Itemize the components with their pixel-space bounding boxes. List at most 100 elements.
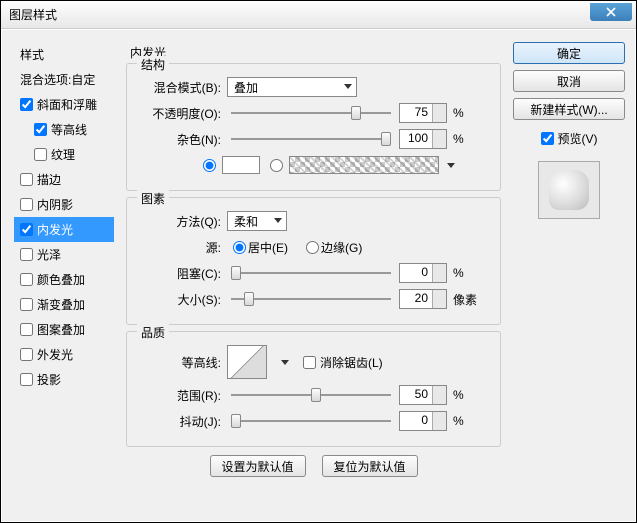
group-elements: 图素 方法(Q): 柔和 源: 居中(E) 边缘(G) 阻塞(C): xyxy=(126,197,501,325)
noise-unit: % xyxy=(453,132,464,146)
chevron-down-icon[interactable] xyxy=(447,163,455,168)
sidebar-item-label: 等高线 xyxy=(51,121,87,138)
sidebar-header: 样式 xyxy=(14,42,114,67)
sidebar-item-label: 斜面和浮雕 xyxy=(37,96,97,113)
settings-panel: 内发光 结构 混合模式(B): 叠加 不透明度(O): 75 % xyxy=(122,42,505,501)
sidebar-item-checkbox[interactable] xyxy=(20,198,33,211)
sidebar-item-label: 外发光 xyxy=(37,346,73,363)
styles-sidebar: 样式 混合选项:自定 斜面和浮雕等高线纹理描边内阴影内发光光泽颜色叠加渐变叠加图… xyxy=(14,42,114,501)
reset-default-button[interactable]: 复位为默认值 xyxy=(322,455,418,477)
sidebar-item-4[interactable]: 内阴影 xyxy=(14,192,114,217)
jitter-slider[interactable] xyxy=(231,418,391,424)
sidebar-item-5[interactable]: 内发光 xyxy=(14,217,114,242)
contour-picker[interactable] xyxy=(227,345,267,379)
sidebar-item-checkbox[interactable] xyxy=(20,273,33,286)
blend-mode-select[interactable]: 叠加 xyxy=(227,77,357,97)
group-quality: 品质 等高线: 消除锯齿(L) 范围(R): 50 % xyxy=(126,331,501,447)
sidebar-item-checkbox[interactable] xyxy=(20,348,33,361)
sidebar-item-7[interactable]: 颜色叠加 xyxy=(14,267,114,292)
sidebar-item-6[interactable]: 光泽 xyxy=(14,242,114,267)
sidebar-item-8[interactable]: 渐变叠加 xyxy=(14,292,114,317)
size-input[interactable]: 20 xyxy=(399,289,447,309)
antialias-checkbox[interactable]: 消除锯齿(L) xyxy=(303,354,383,371)
choke-slider[interactable] xyxy=(231,270,391,276)
size-unit: 像素 xyxy=(453,291,477,308)
group-elements-legend: 图素 xyxy=(137,190,169,207)
source-center-label: 居中(E) xyxy=(248,239,288,256)
technique-label: 方法(Q): xyxy=(137,213,227,230)
preview-checkbox[interactable]: 预览(V) xyxy=(513,130,625,147)
glow-gradient-radio[interactable] xyxy=(270,159,283,172)
group-structure: 结构 混合模式(B): 叠加 不透明度(O): 75 % 杂色(N): xyxy=(126,63,501,191)
cancel-button[interactable]: 取消 xyxy=(513,70,625,92)
sidebar-item-checkbox[interactable] xyxy=(34,123,47,136)
glow-color-swatch[interactable] xyxy=(222,156,260,174)
sidebar-item-9[interactable]: 图案叠加 xyxy=(14,317,114,342)
source-edge-radio[interactable] xyxy=(306,241,319,254)
sidebar-item-0[interactable]: 斜面和浮雕 xyxy=(14,92,114,117)
sidebar-item-label: 图案叠加 xyxy=(37,321,85,338)
chevron-down-icon xyxy=(344,84,352,89)
new-style-button[interactable]: 新建样式(W)... xyxy=(513,98,625,120)
titlebar: 图层样式 xyxy=(1,1,636,29)
choke-input[interactable]: 0 xyxy=(399,263,447,283)
sidebar-item-checkbox[interactable] xyxy=(20,98,33,111)
sidebar-blend-options[interactable]: 混合选项:自定 xyxy=(14,67,114,92)
blend-mode-label: 混合模式(B): xyxy=(137,79,227,96)
source-edge-label: 边缘(G) xyxy=(321,239,362,256)
glow-color-radio[interactable] xyxy=(203,159,216,172)
sidebar-item-checkbox[interactable] xyxy=(20,173,33,186)
glow-gradient-bar[interactable] xyxy=(289,156,439,174)
noise-input[interactable]: 100 xyxy=(399,129,447,149)
close-icon xyxy=(606,7,616,17)
actions-panel: 确定 取消 新建样式(W)... 预览(V) xyxy=(513,42,625,501)
jitter-input[interactable]: 0 xyxy=(399,411,447,431)
sidebar-item-label: 描边 xyxy=(37,171,61,188)
sidebar-item-checkbox[interactable] xyxy=(20,223,33,236)
choke-label: 阻塞(C): xyxy=(137,265,227,282)
opacity-unit: % xyxy=(453,106,464,120)
close-button[interactable] xyxy=(590,3,632,21)
group-quality-legend: 品质 xyxy=(137,324,169,341)
sidebar-item-label: 内发光 xyxy=(37,221,73,238)
range-input[interactable]: 50 xyxy=(399,385,447,405)
sidebar-item-checkbox[interactable] xyxy=(34,148,47,161)
ok-button[interactable]: 确定 xyxy=(513,42,625,64)
sidebar-item-3[interactable]: 描边 xyxy=(14,167,114,192)
source-center-radio[interactable] xyxy=(233,241,246,254)
sidebar-item-11[interactable]: 投影 xyxy=(14,367,114,392)
size-label: 大小(S): xyxy=(137,291,227,308)
opacity-input[interactable]: 75 xyxy=(399,103,447,123)
opacity-label: 不透明度(O): xyxy=(137,105,227,122)
noise-slider[interactable] xyxy=(231,136,391,142)
group-structure-legend: 结构 xyxy=(137,56,169,73)
sidebar-item-checkbox[interactable] xyxy=(20,298,33,311)
panel-title: 内发光 xyxy=(122,42,505,63)
sidebar-item-10[interactable]: 外发光 xyxy=(14,342,114,367)
source-label: 源: xyxy=(137,239,227,256)
sidebar-item-label: 内阴影 xyxy=(37,196,73,213)
sidebar-item-label: 光泽 xyxy=(37,246,61,263)
choke-unit: % xyxy=(453,266,464,280)
sidebar-item-checkbox[interactable] xyxy=(20,248,33,261)
make-default-button[interactable]: 设置为默认值 xyxy=(210,455,306,477)
sidebar-item-2[interactable]: 纹理 xyxy=(14,142,114,167)
size-slider[interactable] xyxy=(231,296,391,302)
layer-style-dialog: 图层样式 样式 混合选项:自定 斜面和浮雕等高线纹理描边内阴影内发光光泽颜色叠加… xyxy=(0,0,637,523)
noise-label: 杂色(N): xyxy=(137,131,227,148)
chevron-down-icon[interactable] xyxy=(281,360,289,365)
jitter-label: 抖动(J): xyxy=(137,413,227,430)
preview-thumbnail xyxy=(538,161,600,219)
sidebar-item-checkbox[interactable] xyxy=(20,323,33,336)
range-slider[interactable] xyxy=(231,392,391,398)
contour-label: 等高线: xyxy=(137,354,227,371)
opacity-slider[interactable] xyxy=(231,110,391,116)
technique-select[interactable]: 柔和 xyxy=(227,211,287,231)
sidebar-item-label: 渐变叠加 xyxy=(37,296,85,313)
jitter-unit: % xyxy=(453,414,464,428)
range-unit: % xyxy=(453,388,464,402)
sidebar-item-1[interactable]: 等高线 xyxy=(14,117,114,142)
sidebar-item-checkbox[interactable] xyxy=(20,373,33,386)
sidebar-item-label: 纹理 xyxy=(51,146,75,163)
range-label: 范围(R): xyxy=(137,387,227,404)
